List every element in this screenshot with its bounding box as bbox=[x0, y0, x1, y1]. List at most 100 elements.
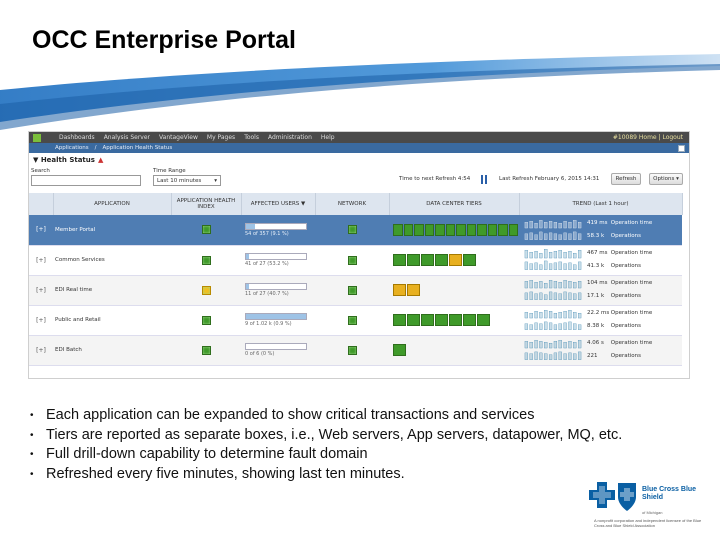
tier-box[interactable] bbox=[403, 223, 413, 236]
table-row[interactable]: [+] Member Portal 54 of 357 (9.1 %) 419 … bbox=[29, 215, 682, 246]
nav-my-pages[interactable]: My Pages bbox=[207, 134, 235, 141]
affected-users-text: 54 of 357 (9.1 %) bbox=[245, 230, 289, 237]
expand-icon[interactable]: [+] bbox=[29, 305, 53, 336]
tier-box[interactable] bbox=[421, 314, 434, 326]
tier-box[interactable] bbox=[477, 223, 487, 236]
home-logout-links[interactable]: #10089 Home | Logout bbox=[613, 134, 683, 141]
network-status-icon[interactable] bbox=[347, 285, 357, 295]
trend-sparkline[interactable] bbox=[523, 337, 583, 363]
tier-box[interactable] bbox=[449, 314, 462, 326]
chevron-down-icon: ▾ bbox=[214, 178, 217, 184]
col-health-index[interactable]: APPLICATION HEALTH INDEX bbox=[171, 193, 242, 215]
tier-box[interactable] bbox=[449, 254, 462, 266]
pin-icon[interactable]: ▲ bbox=[98, 156, 103, 164]
trend-sparkline[interactable] bbox=[523, 217, 583, 243]
tier-box[interactable] bbox=[477, 314, 490, 326]
expand-icon[interactable]: [+] bbox=[29, 215, 53, 246]
bullet-item: • Tiers are reported as separate boxes, i… bbox=[30, 426, 622, 446]
table-row[interactable]: [+] EDI Real time 11 of 27 (40.7 %) 104 … bbox=[29, 275, 682, 306]
affected-users-bar bbox=[245, 283, 307, 290]
health-status-icon[interactable] bbox=[201, 225, 211, 235]
tiers-cell bbox=[389, 335, 519, 366]
col-network[interactable]: NETWORK bbox=[315, 193, 390, 215]
network-status-icon[interactable] bbox=[347, 315, 357, 325]
application-name[interactable]: EDI Batch bbox=[53, 335, 171, 366]
nav-administration[interactable]: Administration bbox=[268, 134, 312, 141]
filter-icon: ▼ bbox=[33, 156, 41, 164]
network-status-icon[interactable] bbox=[347, 225, 357, 235]
tier-box[interactable] bbox=[435, 314, 448, 326]
tier-box[interactable] bbox=[393, 284, 406, 296]
tier-box[interactable] bbox=[393, 344, 406, 356]
tier-box[interactable] bbox=[508, 223, 518, 236]
tier-box[interactable] bbox=[393, 254, 406, 266]
search-input[interactable] bbox=[31, 175, 141, 186]
tier-box[interactable] bbox=[407, 314, 420, 326]
bullet-glyph: • bbox=[30, 429, 34, 441]
close-icon[interactable] bbox=[678, 144, 685, 152]
health-status-icon[interactable] bbox=[201, 285, 211, 295]
tier-box[interactable] bbox=[445, 223, 455, 236]
tier-box[interactable] bbox=[407, 284, 420, 296]
col-data-center-tiers[interactable]: DATA CENTER TIERS bbox=[389, 193, 520, 215]
tier-box[interactable] bbox=[393, 223, 403, 236]
application-name[interactable]: Member Portal bbox=[53, 215, 171, 246]
col-affected-users[interactable]: AFFECTED USERS ▼ bbox=[241, 193, 316, 215]
tier-box[interactable] bbox=[435, 254, 448, 266]
tier-box[interactable] bbox=[421, 254, 434, 266]
time-range-select[interactable]: Last 10 minutes ▾ bbox=[153, 175, 221, 186]
options-button[interactable]: Options ▾ bbox=[649, 173, 683, 185]
nav-tools[interactable]: Tools bbox=[244, 134, 259, 141]
operations-value: 221 bbox=[587, 353, 598, 359]
trend-sparkline[interactable] bbox=[523, 277, 583, 303]
application-name[interactable]: Public and Retail bbox=[53, 305, 171, 336]
trend-sparkline[interactable] bbox=[523, 307, 583, 333]
health-status-icon[interactable] bbox=[201, 315, 211, 325]
trend-cell: 467 ms Operation time 41.3 k Operations bbox=[519, 245, 682, 276]
tier-box[interactable] bbox=[463, 254, 476, 266]
application-name[interactable]: Common Services bbox=[53, 245, 171, 276]
expand-icon[interactable]: [+] bbox=[29, 275, 53, 306]
bcbs-cross-shield-icon bbox=[589, 482, 636, 511]
tier-box[interactable] bbox=[466, 223, 476, 236]
bullet-text: Refreshed every five minutes, showing la… bbox=[46, 465, 405, 482]
health-status-icon[interactable] bbox=[201, 345, 211, 355]
table-row[interactable]: [+] Public and Retail 9 of 1.02 k (0.9 %… bbox=[29, 305, 682, 336]
tier-box[interactable] bbox=[456, 223, 466, 236]
tier-box[interactable] bbox=[407, 254, 420, 266]
col-trend[interactable]: TREND (Last 1 hour) bbox=[519, 193, 683, 215]
refresh-button[interactable]: Refresh bbox=[611, 173, 641, 185]
operation-time-label: Operation time bbox=[610, 219, 653, 226]
network-status-icon[interactable] bbox=[347, 345, 357, 355]
trend-sparkline[interactable] bbox=[523, 247, 583, 273]
trend-cell: 419 ms Operation time 58.3 k Operations bbox=[519, 215, 682, 246]
trend-cell: 22.2 ms Operation time 8.38 k Operations bbox=[519, 305, 682, 336]
pause-icon[interactable] bbox=[481, 175, 487, 184]
affected-users-text: 0 of 6 (0 %) bbox=[245, 351, 275, 357]
col-application[interactable]: APPLICATION bbox=[53, 193, 172, 215]
nav-help[interactable]: Help bbox=[321, 134, 335, 141]
application-name[interactable]: EDI Real time bbox=[53, 275, 171, 306]
breadcrumb-applications[interactable]: Applications bbox=[55, 145, 89, 151]
health-status-icon[interactable] bbox=[201, 255, 211, 265]
expand-icon[interactable]: [+] bbox=[29, 335, 53, 366]
tier-box[interactable] bbox=[487, 223, 497, 236]
operations-label: Operations bbox=[610, 323, 641, 329]
nav-dashboards[interactable]: Dashboards bbox=[59, 134, 95, 141]
tier-box[interactable] bbox=[393, 314, 406, 326]
operation-time-label: Operation time bbox=[610, 250, 653, 256]
tier-box[interactable] bbox=[498, 223, 508, 236]
nav-vantageview[interactable]: VantageView bbox=[159, 134, 198, 141]
table-row[interactable]: [+] Common Services 41 of 27 (53.2 %) 46… bbox=[29, 245, 682, 276]
table-row[interactable]: [+] EDI Batch 0 of 6 (0 %) 4.06 s Operat… bbox=[29, 335, 682, 366]
expand-icon[interactable]: [+] bbox=[29, 245, 53, 276]
time-range-value: Last 10 minutes bbox=[157, 178, 202, 184]
tier-box[interactable] bbox=[424, 223, 434, 236]
slide-title: OCC Enterprise Portal bbox=[32, 26, 296, 54]
tier-box[interactable] bbox=[463, 314, 476, 326]
tier-box[interactable] bbox=[435, 223, 445, 236]
tier-box[interactable] bbox=[414, 223, 424, 236]
portal-screenshot: Dashboards Analysis Server VantageView M… bbox=[28, 131, 690, 379]
network-status-icon[interactable] bbox=[347, 255, 357, 265]
nav-analysis-server[interactable]: Analysis Server bbox=[104, 134, 150, 141]
